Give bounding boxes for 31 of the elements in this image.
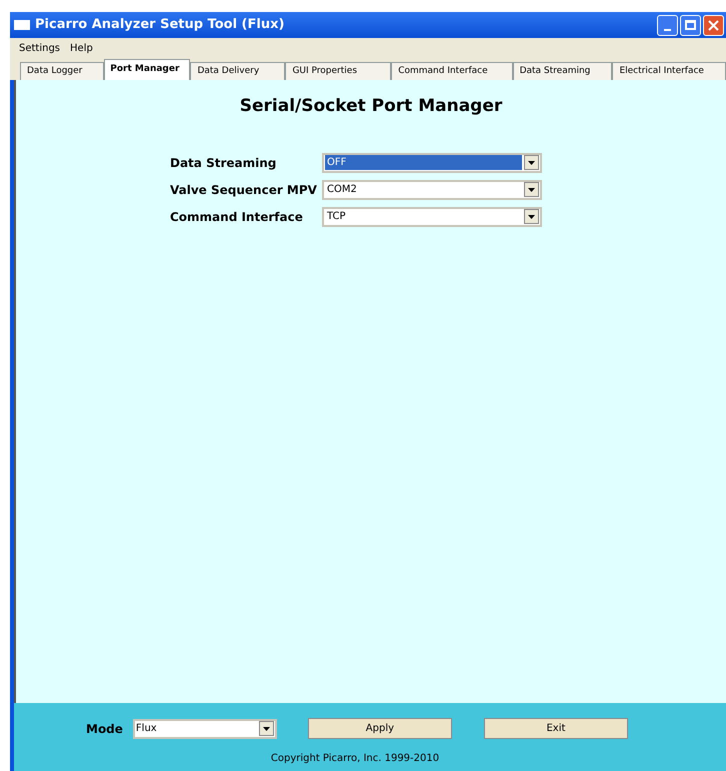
port-dropdown[interactable]: OFF	[322, 152, 542, 172]
dropdown-value: OFF	[325, 155, 522, 170]
field-label: Command Interface	[170, 208, 304, 226]
port-dropdown[interactable]: TCP	[322, 206, 542, 226]
tab[interactable]: Data Logger	[20, 62, 104, 80]
menu-item[interactable]: Help	[70, 40, 93, 56]
tab[interactable]: Data Streaming	[512, 62, 612, 80]
tab[interactable]: Port Manager	[104, 59, 190, 80]
copyright-text: Copyright Picarro, Inc. 1999-2010	[270, 752, 440, 766]
dropdown-value: TCP	[326, 210, 347, 224]
footer-button[interactable]: Exit	[484, 718, 628, 739]
close-icon	[708, 20, 719, 30]
mode-label: Mode	[86, 720, 123, 738]
footer-button[interactable]: Apply	[308, 718, 452, 739]
dropdown-value: COM2	[326, 183, 358, 197]
tab[interactable]: Electrical Interface	[612, 62, 726, 80]
tab[interactable]: GUI Properties	[285, 62, 392, 80]
minimize-button[interactable]	[657, 14, 678, 36]
port-dropdown[interactable]: COM2	[322, 180, 542, 200]
field-label: Data Streaming	[170, 154, 278, 172]
maximize-button[interactable]	[680, 14, 701, 36]
panel-heading: Serial/Socket Port Manager	[240, 95, 502, 118]
menu-item[interactable]: Settings	[19, 40, 60, 56]
mode-dropdown[interactable]: Flux	[132, 718, 277, 738]
window-icon	[14, 20, 30, 30]
field-label: Valve Sequencer MPV	[170, 182, 318, 198]
window-title: Picarro Analyzer Setup Tool (Flux)	[35, 16, 286, 34]
tab[interactable]: Data Delivery	[190, 62, 286, 80]
tab[interactable]: Command Interface	[391, 62, 513, 80]
close-button[interactable]	[703, 14, 724, 36]
dropdown-value: Flux	[136, 722, 157, 736]
